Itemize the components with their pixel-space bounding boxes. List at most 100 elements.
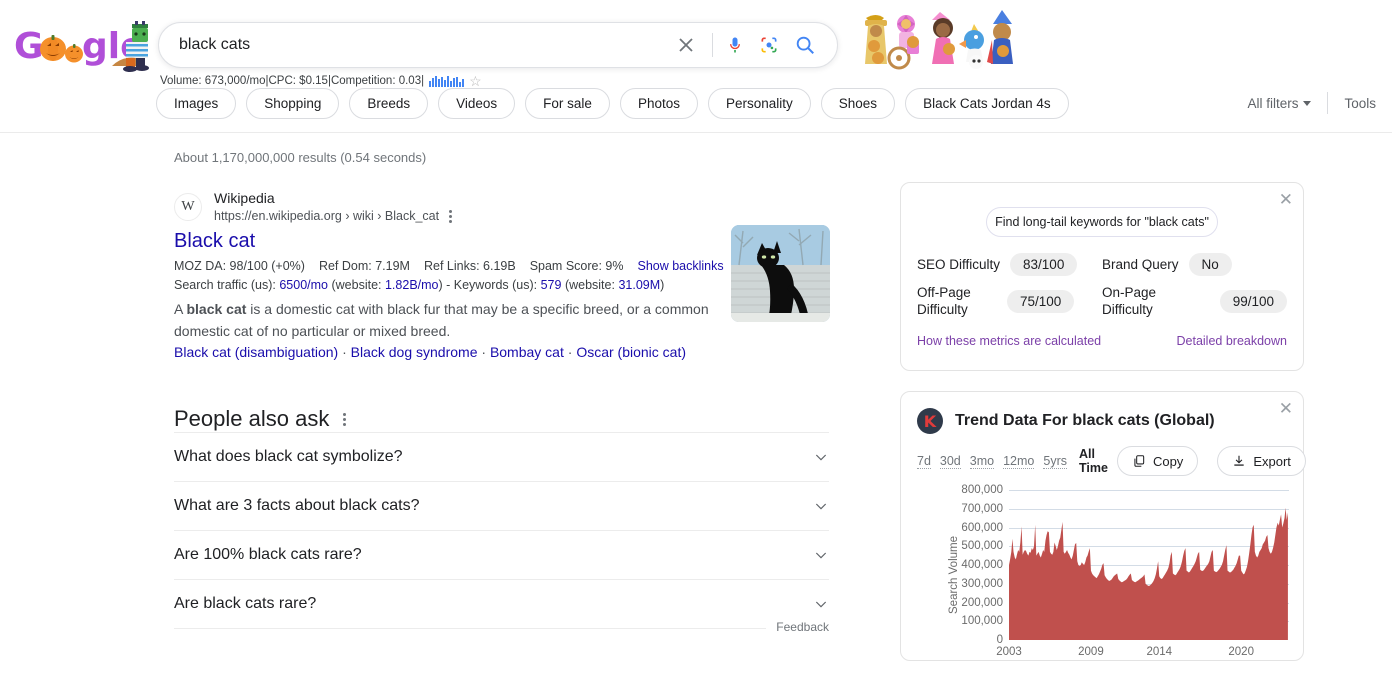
chart-y-tick: 200,000 (961, 596, 1003, 609)
filter-chips: Images Shopping Breeds Videos For sale P… (156, 88, 1069, 119)
chevron-down-icon[interactable] (813, 596, 829, 612)
chip-photos[interactable]: Photos (619, 88, 698, 119)
parrot-costume-icon (959, 24, 984, 69)
moz-ref-links: Ref Links: 6.19B (423, 259, 516, 273)
chip-images[interactable]: Images (156, 88, 237, 119)
trend-panel-header: K Trend Data For black cats (Global) (901, 392, 1303, 434)
snippet-post: is a domestic cat with black fur that ma… (174, 301, 709, 339)
organic-result: W Wikipedia https://en.wikipedia.org › w… (174, 189, 830, 360)
range-5yrs[interactable]: 5yrs (1043, 454, 1067, 469)
keyword-competition: Competition: 0.03 (330, 75, 422, 87)
more-options-icon[interactable] (449, 209, 453, 223)
chip-shopping[interactable]: Shopping (246, 88, 340, 119)
traffic-mid-1: (website: (328, 278, 385, 292)
detailed-breakdown-link[interactable]: Detailed breakdown (1177, 334, 1288, 348)
chart-y-tick: 400,000 (961, 559, 1003, 571)
paa-question-0[interactable]: What does black cat symbolize? (174, 432, 829, 481)
google-halloween-doodle-logo[interactable]: G gle (14, 16, 154, 72)
range-all-time[interactable]: All Time (1079, 447, 1108, 475)
export-button[interactable]: Export (1217, 446, 1306, 476)
site-name: Wikipedia (214, 190, 275, 206)
chevron-down-icon[interactable] (813, 547, 829, 563)
people-also-ask-header: People also ask (174, 406, 829, 432)
sitelink-3[interactable]: Oscar (bionic cat) (576, 344, 686, 360)
wizard-costume-icon (987, 10, 1013, 64)
pumpkin-large-icon (40, 35, 66, 61)
chart-x-tick: 2020 (1228, 646, 1254, 658)
chart-x-tick: 2014 (1146, 646, 1173, 658)
trend-panel-title: Trend Data For black cats (Global) (955, 412, 1215, 429)
paa-question-2[interactable]: Are 100% black cats rare? (174, 530, 829, 579)
star-outline-icon[interactable]: ☆ (469, 74, 482, 88)
google-lens-icon[interactable] (757, 33, 781, 57)
chart-y-tick: 700,000 (961, 502, 1003, 515)
sidebar-panels: ✕ Find long-tail keywords for "black cat… (900, 182, 1306, 661)
paa-question-1[interactable]: What are 3 facts about black cats? (174, 481, 829, 530)
chart-y-tick-labels: 0 100,000 200,000 300,000 400,000 500,000 600,… (935, 484, 1003, 646)
close-icon[interactable]: ✕ (1279, 191, 1293, 208)
chip-personality[interactable]: Personality (707, 88, 811, 119)
keywords-everywhere-logo: K (917, 408, 943, 434)
search-box[interactable] (158, 22, 838, 68)
wikipedia-favicon: W (174, 193, 202, 221)
metrics-separator-3: | (421, 75, 425, 87)
metric-label: Off-Page Difficulty (917, 285, 971, 317)
chevron-down-icon[interactable] (813, 449, 829, 465)
sitelink-0[interactable]: Black cat (disambiguation) (174, 344, 338, 360)
copy-button-label: Copy (1152, 453, 1184, 469)
divider (712, 33, 713, 57)
chart-y-tick: 100,000 (961, 615, 1003, 628)
chip-black-cats-jordan-4s[interactable]: Black Cats Jordan 4s (905, 88, 1069, 119)
halloween-characters-doodle (852, 6, 1022, 74)
close-icon[interactable] (674, 33, 698, 57)
result-snippet: A black cat is a domestic cat with black… (174, 298, 714, 342)
result-thumbnail[interactable] (731, 225, 830, 322)
show-backlinks-link[interactable]: Show backlinks (637, 259, 723, 273)
range-30d[interactable]: 30d (939, 454, 961, 469)
keyword-cpc: CPC: $0.15 (268, 75, 328, 87)
result-count: About 1,170,000,000 results (0.54 second… (174, 150, 427, 165)
metrics-row: Off-Page Difficulty 75/100 On-Page Diffi… (917, 284, 1287, 318)
keyword-volume: Volume: 673,000/mo (160, 75, 266, 87)
result-source-text: Wikipedia https://en.wikipedia.org › wik… (214, 189, 453, 225)
metric-value: 83/100 (1010, 253, 1078, 276)
search-input[interactable] (159, 35, 674, 55)
sitelink-2[interactable]: Bombay cat (490, 344, 564, 360)
paa-question-3[interactable]: Are black cats rare? (174, 579, 829, 628)
trend-sparkline-icon[interactable] (429, 75, 465, 87)
copy-button[interactable]: Copy (1116, 446, 1199, 476)
svg-text:G: G (14, 26, 44, 67)
chip-shoes[interactable]: Shoes (820, 88, 896, 119)
result-source[interactable]: W Wikipedia https://en.wikipedia.org › w… (174, 189, 829, 225)
chip-for-sale[interactable]: For sale (525, 88, 610, 119)
snippet-pre: A (174, 301, 187, 317)
all-filters-button[interactable]: All filters (1247, 96, 1327, 111)
sitelink-1[interactable]: Black dog syndrome (351, 344, 478, 360)
pumpkin-small-icon (65, 44, 83, 63)
all-filters-label: All filters (1247, 95, 1299, 111)
paa-question-label: Are 100% black cats rare? (174, 546, 362, 563)
sitelink-dot: · (477, 344, 490, 360)
close-icon[interactable]: ✕ (1279, 400, 1293, 417)
more-options-icon[interactable] (343, 412, 347, 426)
search-volume-chart: Search Volume 0 100,000 200,000 300,000 400,… (901, 484, 1303, 660)
search-icon[interactable] (793, 33, 817, 57)
black-cat-photo (731, 225, 830, 322)
chip-videos[interactable]: Videos (438, 88, 516, 119)
flower-costume-wheelchair-icon (887, 15, 919, 70)
metric-label: SEO Difficulty (917, 257, 1001, 272)
find-long-tail-keywords-button[interactable]: Find long-tail keywords for "black cats" (986, 207, 1218, 237)
how-metrics-calculated-link[interactable]: How these metrics are calculated (917, 334, 1101, 348)
chevron-down-icon[interactable] (813, 498, 829, 514)
traffic-prefix: Search traffic (us): (174, 278, 280, 292)
tools-button[interactable]: Tools (1328, 96, 1376, 111)
range-3mo[interactable]: 3mo (969, 454, 995, 469)
feedback-link[interactable]: Feedback (766, 620, 829, 634)
microphone-icon[interactable] (723, 33, 747, 57)
seo-panel-links: How these metrics are calculated Detaile… (901, 326, 1303, 370)
scarecrow-costume-icon (865, 15, 887, 64)
chip-breeds[interactable]: Breeds (349, 88, 429, 119)
metrics-row: SEO Difficulty 83/100 Brand Query No (917, 253, 1287, 276)
range-12mo[interactable]: 12mo (1003, 454, 1035, 469)
range-7d[interactable]: 7d (917, 454, 931, 469)
